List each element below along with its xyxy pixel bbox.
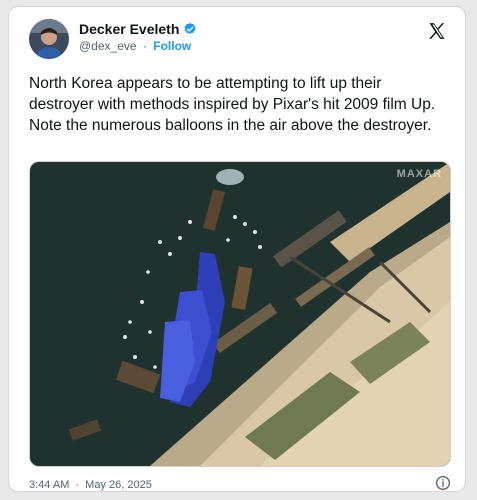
author-handle[interactable]: @dex_eve [79,39,137,53]
verified-badge-icon [184,22,196,34]
separator: · [142,39,147,53]
tweet-timestamp[interactable]: 3:44 AM · May 26, 2025 [29,479,152,491]
satellite-image [30,162,450,466]
avatar[interactable] [29,19,69,59]
author-name-row: Decker Eveleth [79,21,197,37]
follow-button[interactable]: Follow [153,39,191,53]
author-name[interactable]: Decker Eveleth [79,21,179,37]
tweet-text: North Korea appears to be attempting to … [29,75,436,134]
image-watermark: MAXAR [396,168,442,180]
tweet-date: May 26, 2025 [85,479,152,491]
tweet-media-image[interactable]: MAXAR [29,161,451,467]
x-logo-icon[interactable] [427,21,447,41]
handle-row: @dex_eve · Follow [79,39,191,53]
tweet-time: 3:44 AM [29,479,70,491]
timestamp-separator: · [75,479,80,491]
info-icon[interactable] [435,475,451,491]
tweet-card: Decker Eveleth @dex_eve · Follow North K… [8,6,466,492]
